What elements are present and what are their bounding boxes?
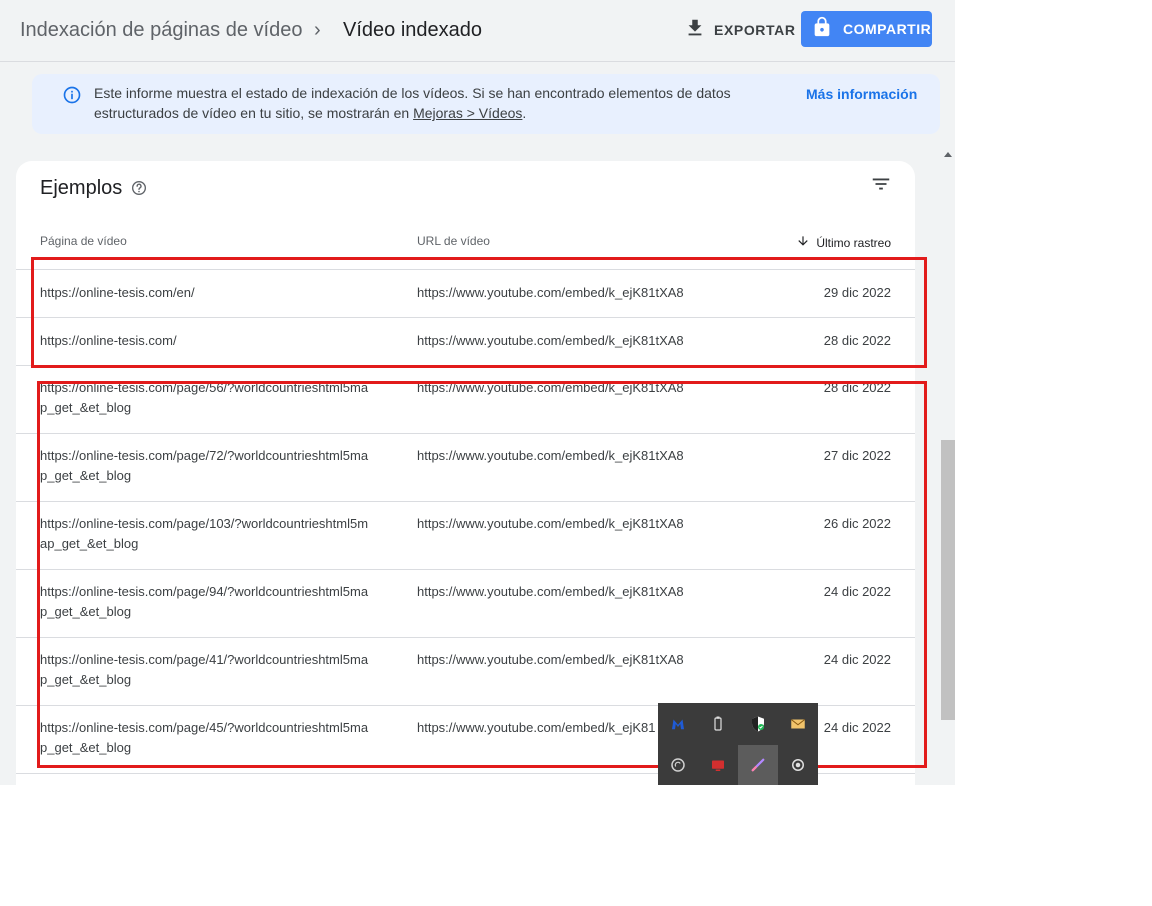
share-label: COMPARTIR bbox=[843, 21, 932, 37]
column-header-url[interactable]: URL de vídeo bbox=[417, 234, 490, 248]
row-last-crawl: 28 dic 2022 bbox=[823, 380, 891, 395]
table-row[interactable]: https://online-tesis.com/ https://www.yo… bbox=[16, 318, 915, 366]
sync-icon[interactable] bbox=[658, 745, 698, 785]
row-video-url[interactable]: https://www.youtube.com/embed/k_ejK81 bbox=[417, 718, 655, 738]
row-last-crawl: 24 dic 2022 bbox=[823, 720, 891, 735]
row-page-url[interactable]: https://online-tesis.com/ bbox=[40, 331, 370, 351]
table-row[interactable]: https://online-tesis.com/en/ https://www… bbox=[16, 270, 915, 318]
arrow-down-icon bbox=[796, 234, 810, 251]
row-page-url[interactable]: https://online-tesis.com/en/ bbox=[40, 283, 370, 303]
row-last-crawl: 28 dic 2022 bbox=[823, 333, 891, 348]
breadcrumb-parent[interactable]: Indexación de páginas de vídeo bbox=[20, 19, 302, 42]
banner-message: Este informe muestra el estado de indexa… bbox=[94, 83, 774, 123]
column-header-page[interactable]: Página de vídeo bbox=[40, 234, 127, 248]
usb-icon[interactable] bbox=[698, 704, 738, 744]
examples-card: Ejemplos Página de vídeo URL de vídeo Úl… bbox=[16, 161, 915, 785]
export-button[interactable]: EXPORTAR bbox=[678, 14, 802, 46]
page-title: Vídeo indexado bbox=[343, 19, 483, 41]
table-row[interactable]: https://online-tesis.com/page/103/?world… bbox=[16, 502, 915, 570]
mail-icon[interactable] bbox=[778, 704, 818, 744]
row-page-url[interactable]: https://online-tesis.com/page/72/?worldc… bbox=[40, 446, 370, 486]
row-page-url[interactable]: https://online-tesis.com/page/56/?worldc… bbox=[40, 378, 370, 418]
row-last-crawl: 27 dic 2022 bbox=[823, 448, 891, 463]
last-crawl-label: Último rastreo bbox=[816, 235, 891, 250]
row-last-crawl: 26 dic 2022 bbox=[823, 516, 891, 531]
malwarebytes-icon[interactable] bbox=[658, 704, 698, 744]
download-icon bbox=[684, 17, 706, 44]
table-row[interactable]: https://online-tesis.com/page/72/?worldc… bbox=[16, 434, 915, 502]
share-button[interactable]: COMPARTIR bbox=[801, 11, 932, 47]
row-video-url[interactable]: https://www.youtube.com/embed/k_ejK81tXA… bbox=[417, 650, 684, 670]
row-video-url[interactable]: https://www.youtube.com/embed/k_ejK81tXA… bbox=[417, 378, 684, 398]
row-video-url[interactable]: https://www.youtube.com/embed/k_ejK81tXA… bbox=[417, 446, 684, 466]
improvements-videos-link[interactable]: Mejoras > Vídeos bbox=[413, 105, 522, 121]
filter-icon[interactable] bbox=[870, 173, 892, 195]
monitor-icon[interactable] bbox=[698, 745, 738, 785]
table-row[interactable]: https://online-tesis.com/page/41/?worldc… bbox=[16, 638, 915, 706]
table-row[interactable]: https://online-tesis.com/page/94/?worldc… bbox=[16, 570, 915, 638]
record-icon[interactable] bbox=[778, 745, 818, 785]
more-info-link[interactable]: Más información bbox=[806, 86, 917, 102]
row-video-url[interactable]: https://www.youtube.com/embed/k_ejK81tXA… bbox=[417, 331, 684, 351]
info-banner: Este informe muestra el estado de indexa… bbox=[32, 74, 940, 134]
row-last-crawl: 29 dic 2022 bbox=[823, 285, 891, 300]
scroll-up-arrow-icon[interactable] bbox=[944, 152, 952, 157]
system-tray-popup bbox=[658, 703, 818, 785]
scrollbar-thumb[interactable] bbox=[941, 440, 955, 720]
search-console-app: Indexación de páginas de vídeo › Vídeo i… bbox=[0, 0, 955, 785]
row-last-crawl: 24 dic 2022 bbox=[823, 652, 891, 667]
row-page-url[interactable]: https://online-tesis.com/page/45/?worldc… bbox=[40, 718, 370, 758]
row-video-url[interactable]: https://www.youtube.com/embed/k_ejK81tXA… bbox=[417, 283, 684, 303]
lock-icon bbox=[811, 16, 833, 43]
row-page-url[interactable]: https://online-tesis.com/page/94/?worldc… bbox=[40, 582, 370, 622]
column-header-last-crawl[interactable]: Último rastreo bbox=[796, 234, 891, 251]
row-video-url[interactable]: https://www.youtube.com/embed/k_ejK81tXA… bbox=[417, 582, 684, 602]
row-page-url[interactable]: https://online-tesis.com/page/41/?worldc… bbox=[40, 650, 370, 690]
pen-icon[interactable] bbox=[738, 745, 778, 785]
info-icon bbox=[62, 85, 82, 105]
table-row[interactable]: https://online-tesis.com/page/56/?worldc… bbox=[16, 366, 915, 434]
shield-icon[interactable] bbox=[738, 704, 778, 744]
row-last-crawl: 24 dic 2022 bbox=[823, 584, 891, 599]
export-label: EXPORTAR bbox=[714, 22, 796, 38]
row-video-url[interactable]: https://www.youtube.com/embed/k_ejK81tXA… bbox=[417, 514, 684, 534]
page-header: Indexación de páginas de vídeo › Vídeo i… bbox=[0, 0, 955, 62]
help-circle-icon[interactable] bbox=[131, 180, 147, 196]
row-page-url[interactable]: https://online-tesis.com/page/103/?world… bbox=[40, 514, 370, 554]
breadcrumb-separator-icon: › bbox=[314, 19, 321, 41]
banner-text-end: . bbox=[522, 105, 527, 121]
examples-title: Ejemplos bbox=[40, 177, 123, 199]
